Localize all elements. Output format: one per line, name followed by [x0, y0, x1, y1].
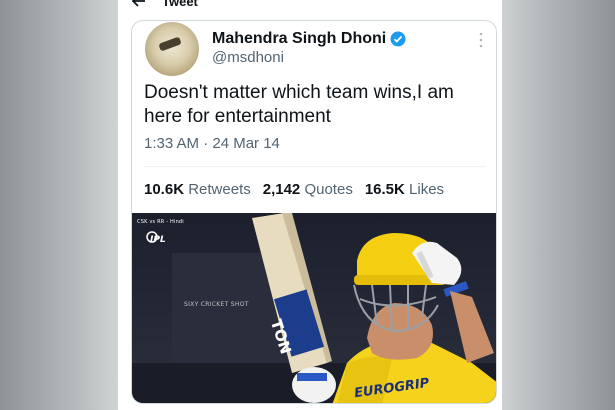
retweets-count: 10.6K — [144, 181, 185, 198]
watermark-text: SIXY CRICKET SHOT — [184, 301, 249, 308]
author-name-row: Mahendra Singh Dhoni — [212, 30, 406, 48]
likes-stat[interactable]: 16.5K Likes — [365, 181, 444, 198]
likes-count: 16.5K — [364, 181, 405, 198]
retweets-stat[interactable]: 10.6K Retweets — [144, 181, 251, 198]
retweets-label: Retweets — [188, 181, 251, 198]
ipl-logo: IPL — [150, 235, 166, 245]
tweet-stats: 10.6K Retweets 2,142 Quotes 16.5K Likes — [144, 181, 444, 198]
top-bar: Tweet — [118, 0, 502, 10]
quotes-count: 2,142 — [262, 181, 301, 198]
author-handle[interactable]: @msdhoni — [212, 49, 284, 66]
more-vertical-icon[interactable] — [476, 31, 486, 49]
divider — [144, 166, 486, 167]
tweet-media-image[interactable]: CSK vs RR - Hindi IPL SIXY CRICKET SHOT … — [132, 213, 496, 403]
author-name[interactable]: Mahendra Singh Dhoni — [212, 30, 386, 48]
avatar[interactable] — [145, 22, 199, 76]
tweet-text: Doesn't matter which team wins,I am here… — [144, 82, 454, 127]
arrow-left-icon[interactable] — [131, 0, 146, 8]
quotes-label: Quotes — [304, 181, 353, 198]
media-illustration — [132, 213, 496, 403]
page-title: Tweet — [162, 0, 198, 9]
tweet-timestamp[interactable]: 1:33 AM · 24 Mar 14 — [144, 135, 280, 152]
tweet-card[interactable]: Mahendra Singh Dhoni @msdhoni Doesn't ma… — [131, 20, 497, 404]
quotes-stat[interactable]: 2,142 Quotes — [263, 181, 353, 198]
broadcast-match-label: CSK vs RR - Hindi — [137, 219, 184, 225]
verified-badge-icon — [390, 31, 406, 47]
likes-label: Likes — [409, 181, 445, 198]
